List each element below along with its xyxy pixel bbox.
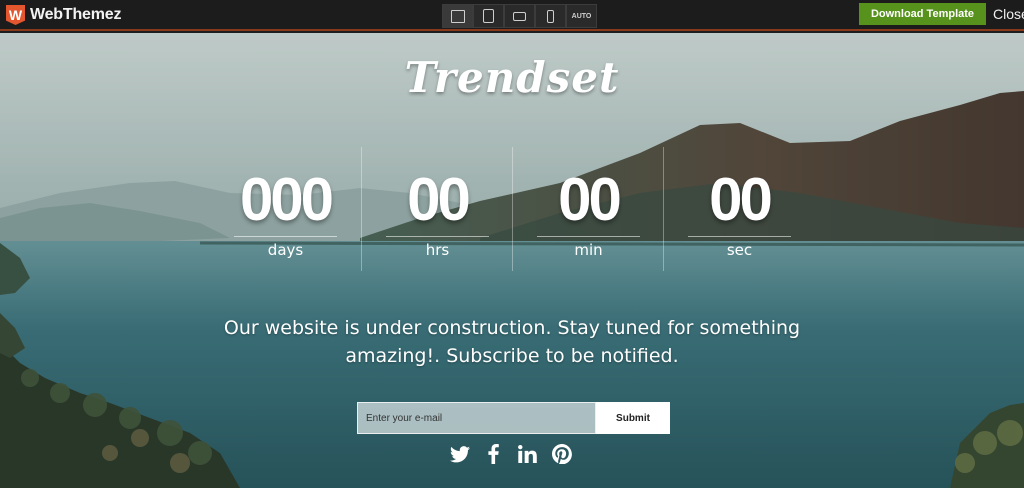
countdown-divider bbox=[537, 236, 640, 237]
desktop-view-button[interactable] bbox=[442, 4, 473, 28]
webthemez-logo-icon: W bbox=[6, 5, 25, 25]
auto-icon: AUTO bbox=[571, 12, 592, 20]
brand[interactable]: W WebThemez bbox=[6, 5, 121, 25]
submit-button[interactable]: Submit bbox=[596, 402, 670, 434]
auto-view-button[interactable]: AUTO bbox=[566, 4, 597, 28]
countdown-value: 00 bbox=[558, 166, 622, 233]
site-logo-title: Trendset bbox=[404, 53, 620, 102]
device-switcher: AUTO bbox=[442, 4, 597, 28]
close-link[interactable]: Close bbox=[993, 6, 1024, 22]
countdown-hours: 00 hrs bbox=[361, 147, 512, 271]
countdown-minutes: 00 min bbox=[512, 147, 663, 271]
brand-name: WebThemez bbox=[30, 6, 122, 23]
desktop-icon bbox=[450, 9, 465, 23]
subscribe-form: Submit bbox=[357, 402, 670, 434]
countdown-label: min bbox=[574, 241, 603, 259]
countdown-value: 00 bbox=[407, 166, 471, 233]
phone-view-button[interactable] bbox=[535, 4, 566, 28]
twitter-icon[interactable] bbox=[449, 444, 470, 465]
email-input[interactable] bbox=[357, 402, 596, 434]
countdown-days: 000 days bbox=[210, 147, 361, 271]
countdown-label: hrs bbox=[425, 241, 450, 259]
tablet-view-button[interactable] bbox=[473, 4, 504, 28]
social-links bbox=[449, 443, 572, 465]
countdown-label: days bbox=[267, 241, 304, 259]
countdown-divider bbox=[234, 236, 337, 237]
preview-toolbar: W WebThemez AUTO Download Template Close bbox=[0, 0, 1024, 31]
countdown-timer: 000 days 00 hrs 00 min 00 sec bbox=[210, 147, 814, 271]
phone-icon bbox=[547, 9, 554, 23]
construction-message: Our website is under construction. Stay … bbox=[223, 317, 801, 367]
tablet-icon bbox=[483, 9, 494, 23]
countdown-value: 00 bbox=[709, 166, 773, 233]
linkedin-icon[interactable] bbox=[517, 444, 538, 465]
pinterest-icon[interactable] bbox=[551, 444, 572, 465]
tablet-landscape-view-button[interactable] bbox=[504, 4, 535, 28]
countdown-divider bbox=[386, 236, 489, 237]
hero-section: Trendset 000 days 00 hrs 00 min 00 sec O… bbox=[0, 33, 1024, 488]
tablet-landscape-icon bbox=[513, 11, 526, 21]
countdown-divider bbox=[688, 236, 791, 237]
download-template-button[interactable]: Download Template bbox=[859, 3, 986, 25]
facebook-icon[interactable] bbox=[483, 444, 504, 465]
countdown-value: 000 bbox=[239, 166, 334, 233]
countdown-label: sec bbox=[726, 241, 753, 259]
countdown-seconds: 00 sec bbox=[663, 147, 814, 271]
